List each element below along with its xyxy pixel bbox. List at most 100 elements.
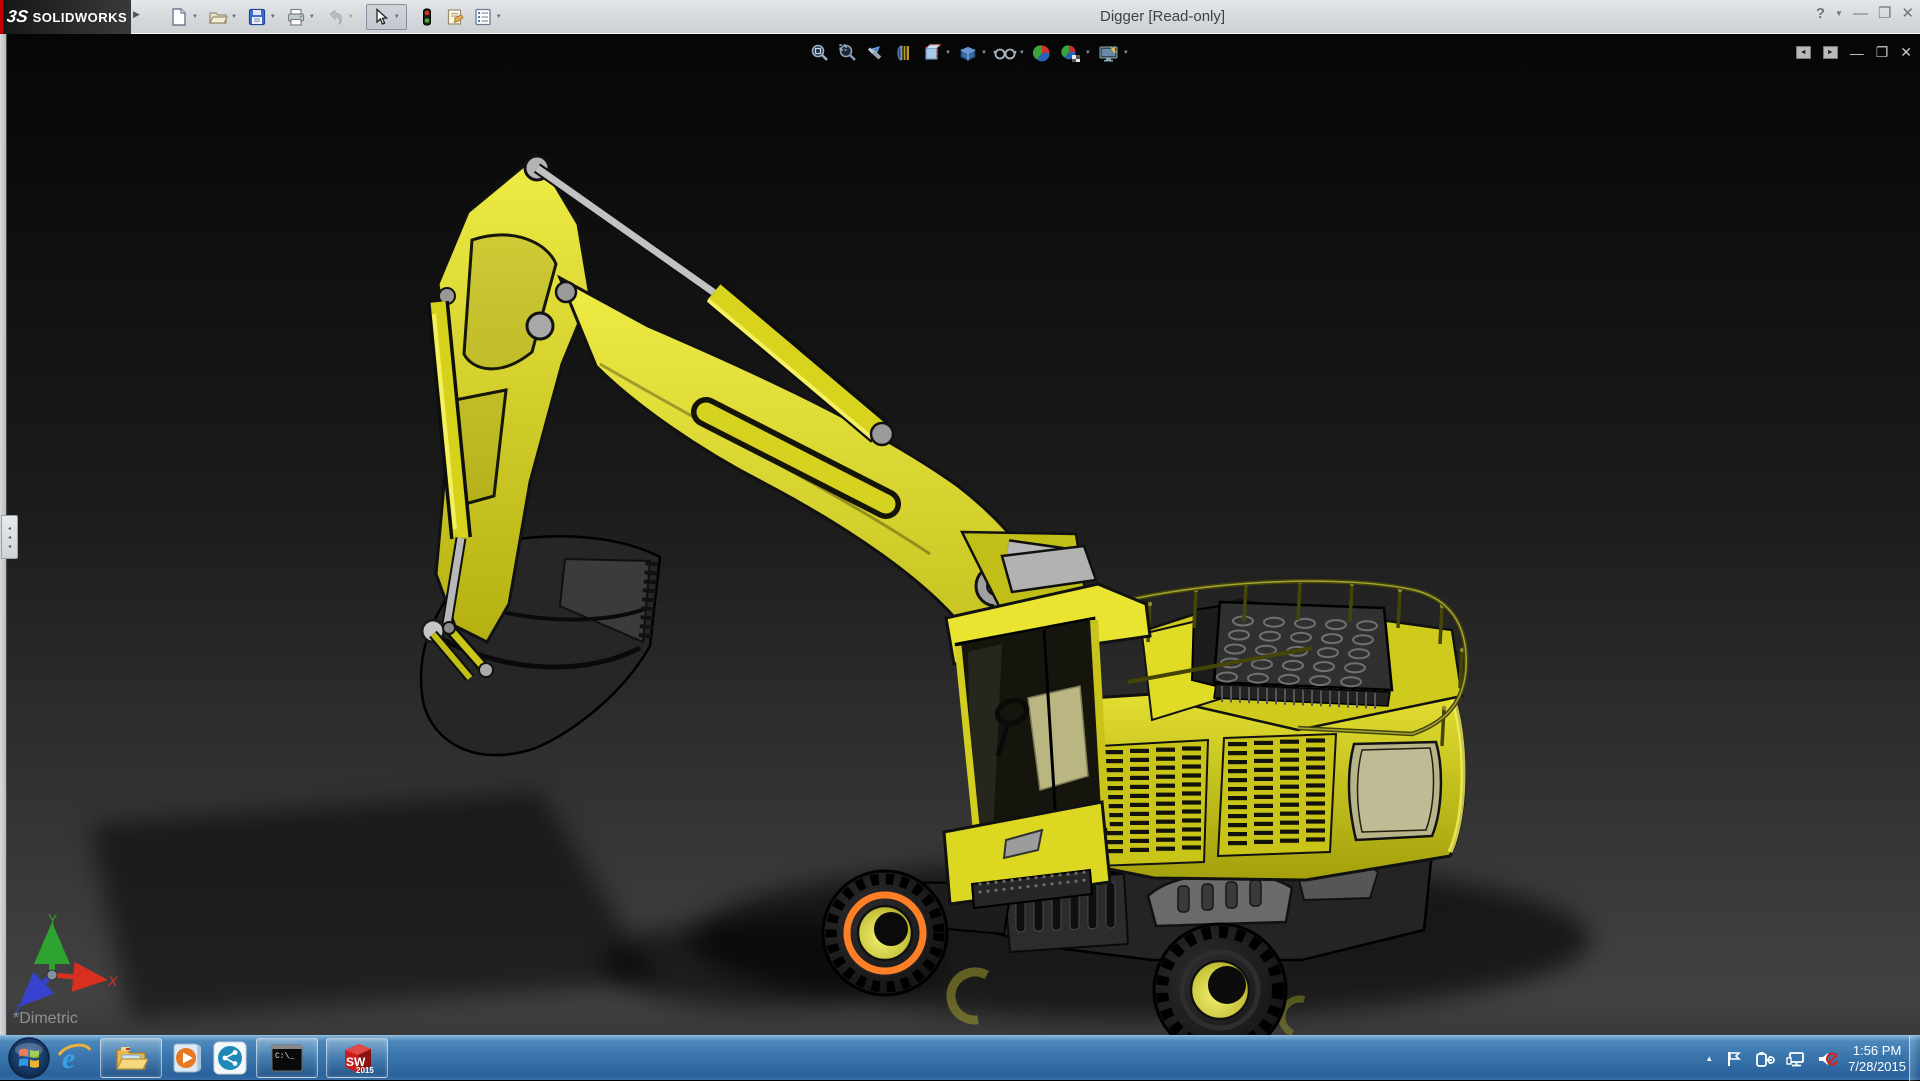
print-button[interactable]: ▼ bbox=[282, 4, 321, 30]
minimize-button[interactable]: — bbox=[1853, 5, 1868, 22]
graphics-viewport[interactable]: ◂ ◂ ◂ ▼ ▼ ▼ bbox=[0, 34, 1920, 1035]
headsup-view-toolbar: ▼ ▼ ▼ ▼ ▼ bbox=[806, 39, 1132, 67]
options-button[interactable]: ▼ bbox=[469, 4, 508, 30]
dropdown-caret-icon[interactable]: ▼ bbox=[393, 14, 404, 20]
restore-button[interactable]: ❐ bbox=[1878, 4, 1891, 22]
save-button[interactable]: ▼ bbox=[243, 4, 282, 30]
rebuild-button[interactable] bbox=[413, 4, 441, 30]
feature-panel-expand-tab[interactable]: ◂ ◂ ◂ bbox=[1, 515, 18, 559]
triad-y-label: Y bbox=[48, 911, 58, 927]
view-settings-button[interactable]: ▼ bbox=[1094, 40, 1132, 66]
display-style-cube-icon bbox=[957, 43, 979, 63]
taskbar-command-prompt[interactable]: C:\_ bbox=[256, 1038, 318, 1078]
view-settings-monitor-icon bbox=[1097, 43, 1121, 63]
document-restore-button[interactable]: ❐ bbox=[1876, 44, 1889, 61]
taskbar-internet-explorer[interactable]: e bbox=[56, 1038, 92, 1078]
triad-x-label: X bbox=[107, 973, 118, 989]
show-hidden-icons-button[interactable]: ▲ bbox=[1705, 1054, 1713, 1063]
power-plug-icon[interactable] bbox=[1755, 1049, 1775, 1069]
view-orientation-button[interactable]: ▼ bbox=[918, 40, 954, 66]
orientation-triad: Y X Z bbox=[8, 902, 138, 1022]
select-tool-button[interactable]: ▼ bbox=[366, 4, 407, 30]
dropdown-caret-icon[interactable]: ▼ bbox=[1121, 50, 1129, 56]
undo-arrow-icon bbox=[323, 5, 347, 29]
main-toolbar: ▼ ▼ ▼ ▼ ▼ bbox=[165, 3, 508, 31]
section-view-button[interactable] bbox=[890, 40, 918, 66]
internet-explorer-icon: e bbox=[56, 1040, 92, 1076]
svg-text:2015: 2015 bbox=[356, 1066, 374, 1075]
expand-panel-right-button[interactable]: ► bbox=[1823, 46, 1838, 59]
system-tray: ▲ 1:56 PM 7/28/2015 bbox=[1705, 1036, 1906, 1081]
new-document-button[interactable]: ▼ bbox=[165, 4, 204, 30]
dropdown-caret-icon[interactable]: ▼ bbox=[308, 14, 319, 20]
zoom-to-area-icon bbox=[837, 43, 859, 63]
help-dropdown-caret-icon[interactable]: ▼ bbox=[1835, 9, 1843, 18]
document-window-controls: ◄ ► — ❐ ✕ bbox=[1796, 44, 1912, 61]
excavator-model[interactable] bbox=[0, 34, 1920, 1035]
section-view-icon bbox=[893, 43, 915, 63]
hide-show-items-button[interactable]: ▼ bbox=[990, 40, 1028, 66]
share-nodes-icon bbox=[212, 1040, 248, 1076]
previous-view-icon bbox=[865, 43, 887, 63]
zoom-to-fit-button[interactable] bbox=[806, 40, 834, 66]
taskbar-windows-explorer[interactable] bbox=[100, 1038, 162, 1078]
network-monitor-icon[interactable] bbox=[1786, 1049, 1806, 1069]
dropdown-caret-icon[interactable]: ▼ bbox=[495, 14, 506, 20]
bucket-teeth bbox=[645, 562, 652, 640]
select-cursor-icon bbox=[369, 5, 393, 29]
collapse-panel-left-button[interactable]: ◄ bbox=[1796, 46, 1811, 59]
windows-explorer-folder-icon bbox=[114, 1042, 148, 1074]
wheel-front-left[interactable] bbox=[823, 871, 947, 995]
collapse-arrow-icon: ◂ bbox=[8, 534, 11, 541]
dropdown-caret-icon[interactable]: ▼ bbox=[191, 14, 202, 20]
triad-x-axis bbox=[52, 975, 98, 979]
dropdown-caret-icon[interactable]: ▼ bbox=[1083, 50, 1091, 56]
display-style-button[interactable]: ▼ bbox=[954, 40, 990, 66]
action-center-flag-icon[interactable] bbox=[1724, 1049, 1744, 1069]
options-list-icon bbox=[471, 5, 495, 29]
new-document-icon bbox=[167, 5, 191, 29]
windows-taskbar: e C:\_ bbox=[0, 1035, 1920, 1080]
volume-muted-icon[interactable] bbox=[1817, 1049, 1837, 1069]
zoom-to-fit-icon bbox=[809, 43, 831, 63]
dropdown-caret-icon[interactable]: ▼ bbox=[979, 50, 987, 56]
apply-scene-button[interactable]: ▼ bbox=[1056, 40, 1094, 66]
document-minimize-button[interactable]: — bbox=[1850, 45, 1864, 61]
file-properties-icon bbox=[443, 5, 467, 29]
solidworks-logo: 3S SOLIDWORKS bbox=[3, 0, 131, 34]
previous-view-button[interactable] bbox=[862, 40, 890, 66]
taskbar-composer-share-app[interactable] bbox=[212, 1038, 248, 1078]
menu-flyout-arrow-icon[interactable]: ▶ bbox=[133, 9, 140, 20]
command-prompt-icon: C:\_ bbox=[270, 1043, 304, 1073]
document-close-button[interactable]: ✕ bbox=[1900, 44, 1912, 61]
taskbar-solidworks[interactable]: SW 2015 bbox=[326, 1038, 388, 1078]
triad-origin bbox=[47, 970, 57, 980]
dropdown-caret-icon[interactable]: ▼ bbox=[943, 50, 951, 56]
solidworks-2015-icon: SW 2015 bbox=[339, 1040, 375, 1076]
help-button[interactable]: ? bbox=[1816, 5, 1825, 22]
collapse-arrow-icon: ◂ bbox=[8, 525, 11, 532]
dropdown-caret-icon[interactable]: ▼ bbox=[347, 14, 358, 20]
window-title: Digger [Read-only] bbox=[1100, 8, 1225, 25]
media-player-icon bbox=[170, 1041, 204, 1075]
open-button[interactable]: ▼ bbox=[204, 4, 243, 30]
start-button[interactable] bbox=[6, 1036, 52, 1080]
dropdown-caret-icon[interactable]: ▼ bbox=[230, 14, 241, 20]
dassault-3ds-logo-icon: 3S bbox=[5, 7, 29, 27]
svg-text:C:\_: C:\_ bbox=[275, 1052, 294, 1061]
taskbar-media-player[interactable] bbox=[170, 1038, 204, 1078]
appearance-sphere-icon bbox=[1031, 43, 1053, 63]
close-button[interactable]: ✕ bbox=[1901, 4, 1914, 22]
dropdown-caret-icon[interactable]: ▼ bbox=[1017, 50, 1025, 56]
scene-sphere-icon bbox=[1059, 43, 1083, 63]
dropdown-caret-icon[interactable]: ▼ bbox=[269, 14, 280, 20]
taskbar-clock[interactable]: 1:56 PM 7/28/2015 bbox=[1848, 1043, 1906, 1075]
file-properties-button[interactable] bbox=[441, 4, 469, 30]
zoom-to-area-button[interactable] bbox=[834, 40, 862, 66]
rebuild-traffic-light-icon bbox=[415, 5, 439, 29]
show-desktop-button[interactable] bbox=[1909, 1036, 1920, 1081]
undo-button[interactable]: ▼ bbox=[321, 4, 360, 30]
edit-appearance-button[interactable] bbox=[1028, 40, 1056, 66]
print-icon bbox=[284, 5, 308, 29]
view-orientation-label: *Dimetric bbox=[13, 1010, 78, 1028]
